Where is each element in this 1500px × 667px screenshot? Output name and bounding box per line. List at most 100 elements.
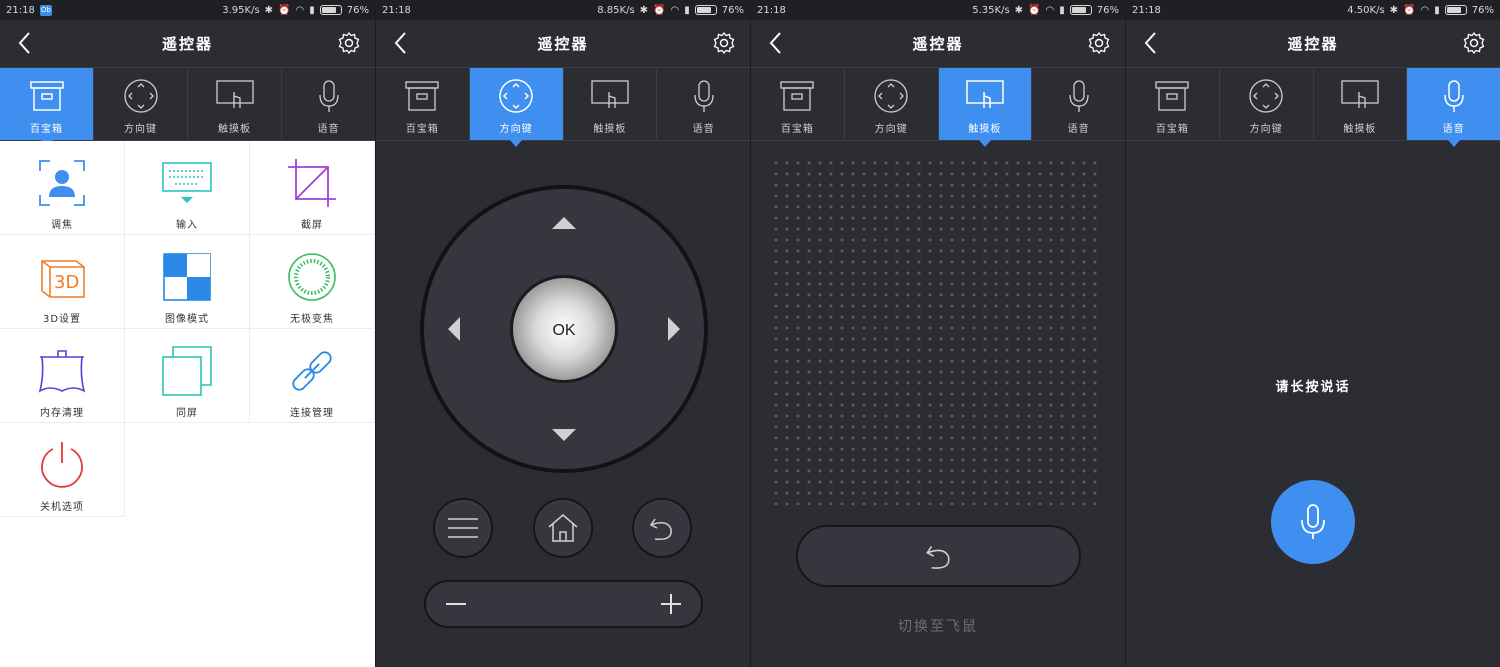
page-title: 遥控器 bbox=[537, 35, 589, 53]
volume-up-icon[interactable] bbox=[657, 590, 685, 618]
settings-gear-icon[interactable] bbox=[1462, 31, 1486, 55]
tool-power[interactable]: 关机选项 bbox=[0, 423, 125, 517]
tab-dpad[interactable]: 方向键 bbox=[469, 68, 564, 147]
ok-label: OK bbox=[552, 322, 575, 339]
settings-gear-icon[interactable] bbox=[337, 31, 361, 55]
microphone-icon bbox=[1301, 504, 1325, 539]
app-header: 遥控器 bbox=[1126, 20, 1500, 67]
toolbox-grid: 调焦 输入 截屏 3D 3D设置 图像模式 无极变焦 内存清理 同屏 连接管理 … bbox=[0, 141, 375, 667]
settings-gear-icon[interactable] bbox=[712, 31, 736, 55]
tab-touchpad[interactable]: 触摸板 bbox=[1314, 68, 1408, 140]
switch-to-air-mouse-link[interactable]: 切换至飞鼠 bbox=[751, 616, 1125, 636]
tool-label: 截屏 bbox=[301, 220, 323, 231]
tab-touchpad[interactable]: 触摸板 bbox=[564, 68, 658, 140]
tab-bar: 百宝箱 方向键 触摸板 语音 bbox=[0, 67, 375, 147]
dpad-icon bbox=[499, 79, 533, 113]
tab-label: 百宝箱 bbox=[405, 124, 439, 135]
tab-dpad[interactable]: 方向键 bbox=[845, 68, 939, 140]
cube-3d-icon: 3D bbox=[41, 260, 85, 298]
status-bar: 21:18 Ob 3.95K/s ✱ ⏰ ◠ ▮ 76% bbox=[0, 0, 375, 20]
tool-label: 关机选项 bbox=[40, 502, 84, 513]
battery-percent: 76% bbox=[346, 4, 369, 16]
screens-container: 21:18 Ob 3.95K/s ✱ ⏰ ◠ ▮ 76% 遥控器 百宝箱 方向键… bbox=[0, 0, 1500, 667]
bluetooth-icon: ✱ bbox=[264, 4, 274, 16]
tab-dpad[interactable]: 方向键 bbox=[1220, 68, 1314, 140]
microphone-icon bbox=[318, 80, 339, 112]
alarm-icon: ⏰ bbox=[278, 4, 291, 16]
svg-text:3D: 3D bbox=[54, 272, 79, 293]
tool-screen-mirror[interactable]: 同屏 bbox=[125, 329, 250, 423]
status-bar: 21:18 8.85K/s ✱ ⏰ ◠ ▮ 76% bbox=[376, 0, 750, 20]
tab-label: 语音 bbox=[1442, 124, 1465, 135]
tool-memory-clean[interactable]: 内存清理 bbox=[0, 329, 125, 423]
tab-label: 百宝箱 bbox=[30, 124, 63, 135]
tab-touchpad[interactable]: 触摸板 bbox=[188, 68, 282, 140]
tab-label: 方向键 bbox=[1249, 124, 1283, 135]
box-icon bbox=[780, 81, 815, 111]
status-time: 21:18 bbox=[382, 4, 411, 16]
back-icon[interactable] bbox=[390, 30, 414, 56]
tool-zoom[interactable]: 无极变焦 bbox=[250, 235, 375, 329]
microphone-icon bbox=[1068, 80, 1089, 112]
crop-icon bbox=[288, 159, 336, 207]
touchpad-area[interactable] bbox=[773, 160, 1104, 505]
back-icon[interactable] bbox=[14, 30, 38, 56]
alarm-icon: ⏰ bbox=[1028, 4, 1041, 16]
tab-touchpad[interactable]: 触摸板 bbox=[938, 68, 1033, 147]
tab-label: 方向键 bbox=[124, 124, 157, 135]
touchpad-back-button[interactable] bbox=[796, 525, 1081, 587]
tool-input[interactable]: 输入 bbox=[125, 141, 250, 235]
tab-label: 百宝箱 bbox=[1155, 124, 1189, 135]
settings-gear-icon[interactable] bbox=[1087, 31, 1111, 55]
tab-toolbox[interactable]: 百宝箱 bbox=[1126, 68, 1220, 140]
signal-icon: ▮ bbox=[1434, 4, 1440, 16]
tab-label: 方向键 bbox=[874, 124, 908, 135]
tab-voice[interactable]: 语音 bbox=[1407, 68, 1500, 147]
network-speed: 3.95K/s bbox=[222, 4, 260, 16]
page-title: 遥控器 bbox=[161, 35, 213, 53]
menu-button[interactable] bbox=[433, 498, 493, 558]
volume-bar bbox=[424, 580, 703, 628]
page-title: 遥控器 bbox=[912, 35, 964, 53]
tab-voice[interactable]: 语音 bbox=[282, 68, 375, 140]
battery-icon bbox=[319, 5, 342, 15]
signal-icon: ▮ bbox=[309, 4, 315, 16]
status-time: 21:18 bbox=[757, 4, 786, 16]
box-icon bbox=[29, 81, 64, 111]
tool-label: 调焦 bbox=[51, 220, 73, 231]
tool-3d[interactable]: 3D 3D设置 bbox=[0, 235, 125, 329]
tab-toolbox[interactable]: 百宝箱 bbox=[0, 68, 94, 147]
power-icon bbox=[41, 442, 83, 488]
box-icon bbox=[405, 81, 440, 111]
menu-icon bbox=[448, 518, 478, 538]
tab-voice[interactable]: 语音 bbox=[1032, 68, 1125, 140]
tool-image-mode[interactable]: 图像模式 bbox=[125, 235, 250, 329]
tool-connection[interactable]: 连接管理 bbox=[250, 329, 375, 423]
box-icon bbox=[1155, 81, 1190, 111]
tool-label: 同屏 bbox=[176, 408, 198, 419]
tab-toolbox[interactable]: 百宝箱 bbox=[376, 68, 470, 140]
tab-label: 语音 bbox=[692, 124, 715, 135]
tool-label: 3D设置 bbox=[42, 314, 82, 325]
back-icon[interactable] bbox=[765, 30, 789, 56]
tab-label: 触摸板 bbox=[593, 124, 627, 135]
tab-label: 触摸板 bbox=[968, 124, 1002, 135]
tab-voice[interactable]: 语音 bbox=[657, 68, 750, 140]
tab-dpad[interactable]: 方向键 bbox=[94, 68, 188, 140]
wifi-icon: ◠ bbox=[670, 4, 680, 16]
tool-screenshot[interactable]: 截屏 bbox=[250, 141, 375, 235]
zoom-dial-icon bbox=[288, 253, 336, 301]
back-nav-button[interactable] bbox=[632, 498, 692, 558]
wifi-icon: ◠ bbox=[1420, 4, 1430, 16]
tab-label: 语音 bbox=[317, 124, 340, 135]
broom-icon bbox=[38, 350, 86, 393]
tab-toolbox[interactable]: 百宝箱 bbox=[751, 68, 845, 140]
image-mode-icon bbox=[163, 253, 211, 301]
voice-hint: 请长按说话 bbox=[1275, 380, 1351, 395]
push-to-talk-button[interactable] bbox=[1271, 480, 1355, 564]
back-icon[interactable] bbox=[1140, 30, 1164, 56]
home-button[interactable] bbox=[533, 498, 593, 558]
alarm-icon: ⏰ bbox=[1403, 4, 1416, 16]
volume-down-icon[interactable] bbox=[442, 590, 470, 618]
tool-focus[interactable]: 调焦 bbox=[0, 141, 125, 235]
